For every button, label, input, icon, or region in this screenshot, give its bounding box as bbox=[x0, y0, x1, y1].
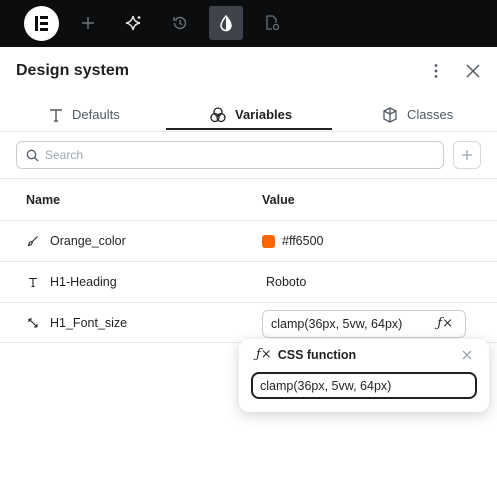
variable-name: H1_Font_size bbox=[50, 315, 128, 330]
table-row[interactable]: Orange_color #ff6500 bbox=[0, 220, 497, 261]
variable-value: clamp(36px, 5vw, 64px) bbox=[271, 317, 403, 331]
close-panel-button[interactable] bbox=[462, 60, 484, 82]
variables-table: Name Value Orange_color #ff6500 H1-Headi… bbox=[0, 178, 497, 343]
elementor-logo-icon[interactable] bbox=[24, 6, 59, 41]
tab-classes[interactable]: Classes bbox=[381, 98, 453, 131]
droplet-icon bbox=[220, 14, 232, 32]
brush-icon bbox=[26, 234, 40, 248]
add-variable-button[interactable] bbox=[453, 141, 481, 169]
table-header-row: Name Value bbox=[0, 178, 497, 220]
table-row[interactable]: H1-Heading Roboto bbox=[0, 261, 497, 302]
tab-defaults[interactable]: Defaults bbox=[48, 98, 120, 131]
plus-icon bbox=[82, 17, 94, 29]
tab-label: Defaults bbox=[72, 107, 120, 122]
history-icon bbox=[173, 16, 187, 30]
css-function-input[interactable]: clamp(36px, 5vw, 64px) bbox=[251, 372, 477, 399]
resize-icon bbox=[26, 316, 40, 330]
search-icon bbox=[26, 149, 39, 161]
css-function-popover: ƒ× CSS function clamp(36px, 5vw, 64px) bbox=[239, 339, 489, 412]
search-input[interactable]: Search bbox=[16, 141, 444, 169]
variable-value: #ff6500 bbox=[282, 234, 324, 248]
top-toolbar bbox=[0, 0, 497, 47]
tab-bar: Defaults Variables Classes bbox=[0, 98, 497, 132]
page-settings-button[interactable] bbox=[255, 6, 289, 40]
variable-value-cell[interactable]: Roboto bbox=[266, 262, 306, 302]
variable-value: Roboto bbox=[266, 275, 307, 289]
font-size-value-field[interactable]: clamp(36px, 5vw, 64px) ƒ× bbox=[262, 310, 466, 338]
ai-button[interactable] bbox=[117, 6, 151, 40]
variable-value-cell[interactable]: #ff6500 bbox=[262, 221, 323, 261]
design-system-button[interactable] bbox=[209, 6, 243, 40]
more-vertical-icon bbox=[434, 64, 438, 78]
popover-header: ƒ× CSS function bbox=[256, 347, 356, 362]
page-settings-icon bbox=[266, 15, 280, 31]
add-element-button[interactable] bbox=[71, 6, 105, 40]
popover-title: CSS function bbox=[277, 347, 357, 362]
plus-icon bbox=[462, 150, 472, 160]
close-popover-button[interactable] bbox=[459, 347, 475, 363]
classes-icon bbox=[383, 106, 397, 123]
css-function-value: clamp(36px, 5vw, 64px) bbox=[260, 378, 392, 393]
variable-name-cell: H1-Heading bbox=[26, 262, 117, 302]
tab-label: Variables bbox=[235, 107, 293, 122]
color-swatch[interactable] bbox=[262, 234, 275, 248]
variable-name: Orange_color bbox=[50, 234, 126, 248]
color-circles-icon bbox=[210, 106, 226, 122]
table-row[interactable]: H1_Font_size clamp(36px, 5vw, 64px) ƒ× bbox=[0, 302, 497, 343]
css-function-button[interactable]: ƒ× bbox=[437, 316, 453, 331]
search-placeholder: Search bbox=[45, 148, 84, 162]
text-icon bbox=[26, 275, 40, 289]
panel-title: Design system bbox=[16, 62, 129, 79]
history-button[interactable] bbox=[163, 6, 197, 40]
variable-name-cell: Orange_color bbox=[26, 221, 126, 261]
ai-sparkle-icon bbox=[125, 15, 141, 31]
tab-variables[interactable]: Variables bbox=[209, 98, 292, 131]
close-icon bbox=[462, 350, 472, 360]
close-icon bbox=[466, 64, 480, 78]
active-tab-indicator bbox=[166, 128, 332, 130]
column-header-name: Name bbox=[26, 192, 61, 207]
column-header-value: Value bbox=[262, 192, 295, 207]
function-icon: ƒ× bbox=[256, 347, 272, 362]
typography-icon bbox=[50, 108, 62, 122]
variable-name-cell: H1_Font_size bbox=[26, 303, 127, 342]
tab-label: Classes bbox=[407, 107, 454, 122]
variable-name: H1-Heading bbox=[50, 275, 117, 289]
more-options-button[interactable] bbox=[425, 60, 447, 82]
